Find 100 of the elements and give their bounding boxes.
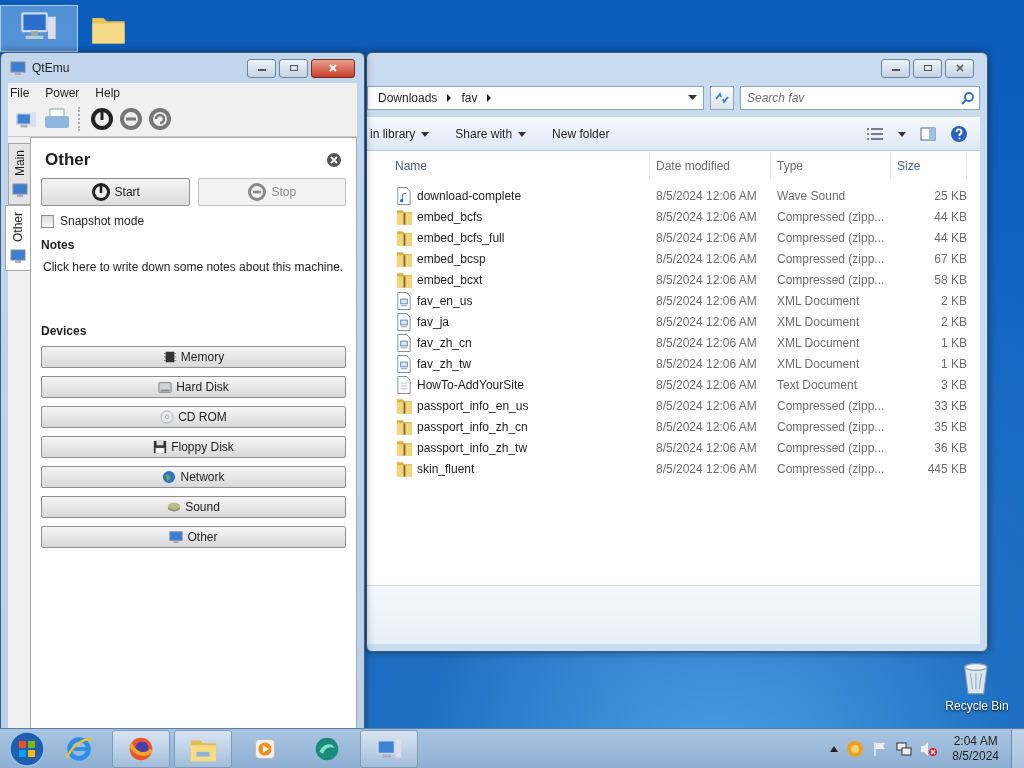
maximize-button[interactable]: [279, 58, 308, 78]
restore-icon: [922, 64, 933, 72]
toolbar-button[interactable]: [89, 106, 115, 132]
dropdown-icon: [421, 131, 430, 137]
device-button[interactable]: Sound: [41, 496, 346, 518]
device-button[interactable]: Other: [41, 526, 346, 548]
desktop-icon[interactable]: [0, 5, 78, 52]
muted-speaker-icon[interactable]: [920, 740, 939, 757]
minimize-button[interactable]: [881, 58, 910, 78]
address-bar[interactable]: Downloads fav: [367, 86, 704, 110]
start-button[interactable]: [8, 729, 46, 768]
menu-item[interactable]: Power: [45, 86, 80, 100]
table-cell-text: 2 KB: [940, 293, 967, 308]
toolbar-button[interactable]: in library: [370, 124, 438, 144]
file-name[interactable]: HowTo-AddYourSite: [417, 377, 524, 392]
start-button[interactable]: Start: [41, 178, 190, 206]
printer-icon: [44, 107, 70, 131]
computer-icon: [169, 530, 184, 544]
column-header[interactable]: Size: [891, 153, 967, 179]
table-cell-text: 8/5/2024 12:06 AM: [655, 272, 758, 287]
tab[interactable]: Other: [5, 205, 30, 272]
table-cell-text: Compressed (zipp...: [776, 272, 886, 287]
file-name[interactable]: download-complete: [417, 188, 522, 203]
breadcrumb-item[interactable]: fav: [461, 91, 478, 105]
file-name[interactable]: passport_info_en_us: [417, 398, 529, 413]
refresh-button[interactable]: [710, 86, 734, 110]
table-cell-text: Wave Sound: [776, 188, 847, 203]
file-name[interactable]: fav_ja: [417, 314, 450, 329]
toolbar-button[interactable]: New folder: [552, 124, 618, 144]
maximize-button[interactable]: [913, 58, 942, 78]
clock[interactable]: 2:04 AM 8/5/2024: [952, 733, 999, 764]
search-field[interactable]: Search fav: [740, 86, 980, 110]
window-title: QtEmu: [32, 61, 70, 75]
file-name[interactable]: passport_info_zh_cn: [417, 419, 528, 434]
table-cell-text: 445 KB: [926, 461, 967, 476]
file-name[interactable]: skin_fluent: [417, 461, 475, 476]
power-icon: [90, 107, 114, 131]
table-cell-text: 8/5/2024 12:06 AM: [655, 335, 758, 350]
file-name[interactable]: fav_zh_tw: [417, 356, 472, 371]
table-cell-text: 3 KB: [940, 377, 967, 392]
file-name[interactable]: embed_bcxt: [417, 272, 483, 287]
table-cell-text: 8/5/2024 12:06 AM: [655, 209, 758, 224]
file-name[interactable]: fav_zh_cn: [417, 335, 472, 350]
file-name[interactable]: passport_info_zh_tw: [417, 440, 528, 455]
column-header[interactable]: Type: [771, 153, 891, 179]
globe-icon: [162, 470, 177, 484]
chevron-icon: [446, 94, 453, 102]
view-list-icon[interactable]: [866, 127, 884, 141]
help-icon[interactable]: [950, 125, 968, 143]
file-name[interactable]: embed_bcfs_full: [417, 230, 505, 245]
table-cell-text: 8/5/2024 12:06 AM: [655, 398, 758, 413]
menu-item[interactable]: File: [10, 86, 30, 100]
column-header[interactable]: Date modified: [650, 153, 771, 179]
file-name[interactable]: embed_bcsp: [417, 251, 486, 266]
table-cell-text: 58 KB: [933, 272, 967, 287]
checkbox-label[interactable]: Snapshot mode: [60, 214, 145, 228]
section-heading: Devices: [41, 324, 88, 338]
table-cell-text: 44 KB: [933, 230, 967, 245]
file-name[interactable]: embed_bcfs: [417, 209, 483, 224]
close-button[interactable]: [945, 58, 974, 78]
table-cell-text: Compressed (zipp...: [776, 230, 886, 245]
device-button[interactable]: Hard Disk: [41, 376, 346, 398]
file-name[interactable]: fav_en_us: [417, 293, 473, 308]
tab[interactable]: Main: [8, 143, 30, 205]
checkbox[interactable]: [41, 214, 54, 228]
device-button[interactable]: CD ROM: [41, 406, 346, 428]
table-cell-text: XML Document: [776, 293, 861, 308]
column-header[interactable]: Name: [389, 153, 650, 179]
xml-document-icon: [395, 353, 413, 374]
table-cell-text: 8/5/2024 12:06 AM: [655, 356, 758, 371]
network-icon[interactable]: [896, 740, 913, 757]
taskbar-button[interactable]: [360, 729, 418, 768]
refresh-icon: [714, 91, 730, 105]
table-cell-text: 35 KB: [933, 419, 967, 434]
computer-icon: [10, 248, 26, 265]
close-button[interactable]: [311, 58, 355, 78]
show-desktop-button[interactable]: [1011, 729, 1024, 768]
table-cell-text: 8/5/2024 12:06 AM: [655, 461, 758, 476]
device-button[interactable]: Memory: [41, 346, 346, 368]
computer-icon: [11, 182, 28, 198]
notes-text[interactable]: Click here to write down some notes about this machine.: [43, 260, 344, 322]
minimize-button[interactable]: [247, 58, 276, 78]
dropdown-icon[interactable]: [688, 95, 697, 101]
table-cell-text: Compressed (zipp...: [776, 440, 886, 455]
panel-title: Other: [45, 150, 91, 170]
table-cell-text: 25 KB: [933, 188, 967, 203]
table-cell-text: 8/5/2024 12:06 AM: [655, 314, 758, 329]
dropdown-icon[interactable]: [898, 131, 906, 137]
toolbar-button[interactable]: Share with: [455, 124, 535, 144]
breadcrumb-item[interactable]: Downloads: [378, 91, 438, 105]
device-button[interactable]: Floppy Disk: [41, 436, 346, 458]
menu-item[interactable]: Help: [95, 86, 121, 100]
taskbar-button[interactable]: [112, 729, 170, 768]
table-cell-text: XML Document: [776, 335, 861, 350]
close-icon[interactable]: [326, 152, 342, 168]
restart-icon: [148, 107, 172, 131]
device-button[interactable]: Network: [41, 466, 346, 488]
search-icon: [961, 91, 975, 105]
caret-up-icon[interactable]: [830, 745, 839, 752]
preview-pane-icon[interactable]: [920, 127, 936, 141]
